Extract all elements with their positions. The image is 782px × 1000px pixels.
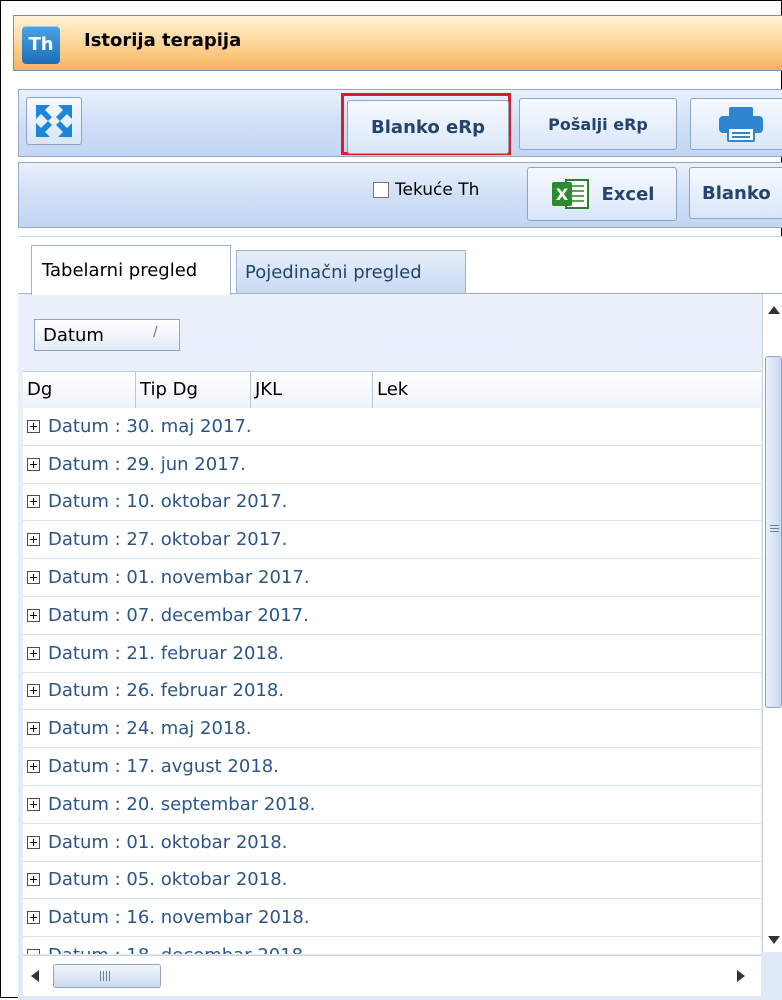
group-row[interactable]: Datum : 07. decembar 2017.	[23, 597, 761, 635]
tab-pojedinacni-pregled[interactable]: Pojedinačni pregled	[236, 250, 466, 294]
expand-icon[interactable]	[27, 911, 40, 925]
group-by-datum[interactable]: Datum ∕	[34, 319, 180, 351]
grid-rows: Datum : 30. maj 2017. Datum : 29. jun 201…	[23, 408, 761, 954]
group-row-label: Datum : 01. novembar 2017.	[48, 567, 310, 589]
posalji-erp-button[interactable]: Pošalji eRp	[519, 98, 677, 150]
group-row[interactable]: Datum : 10. oktobar 2017.	[23, 484, 761, 522]
group-row-label: Datum : 10. oktobar 2017.	[48, 491, 288, 513]
group-row[interactable]: Datum : 05. oktobar 2018.	[23, 862, 761, 900]
svg-text:X: X	[555, 185, 568, 204]
expand-icon[interactable]	[27, 797, 40, 811]
sort-icon: ∕	[153, 324, 158, 340]
group-row-label: Datum : 05. oktobar 2018.	[48, 869, 288, 891]
excel-label: Excel	[601, 183, 655, 205]
horizontal-scrollbar[interactable]	[23, 955, 761, 996]
expand-icon[interactable]	[27, 608, 40, 622]
scroll-down-arrow-icon[interactable]	[768, 936, 780, 944]
expand-icon	[36, 105, 72, 137]
app-window: Th Istorija terapija Blanko eRp Pošalji …	[0, 0, 782, 1000]
group-row[interactable]: Datum : 21. februar 2018.	[23, 635, 761, 673]
secondary-toolbar: Tekuće Th X Excel Blanko	[18, 162, 782, 228]
scroll-right-arrow-icon[interactable]	[737, 970, 745, 982]
group-row[interactable]: Datum : 18. decembar 2018.	[23, 937, 761, 954]
print-button[interactable]	[690, 98, 782, 150]
main-toolbar: Blanko eRp Pošalji eRp	[18, 89, 782, 157]
tab-strip: Tabelarni pregled Pojedinačni pregled	[18, 236, 782, 295]
expand-icon[interactable]	[27, 684, 40, 698]
expand-icon[interactable]	[27, 571, 40, 585]
group-row-label: Datum : 17. avgust 2018.	[48, 756, 279, 778]
group-row-label: Datum : 27. oktobar 2017.	[48, 529, 288, 551]
grid-header: Dg Tip Dg JKL Lek	[23, 371, 761, 409]
printer-icon	[719, 107, 763, 142]
scroll-left-arrow-icon[interactable]	[31, 970, 39, 982]
column-header-dg[interactable]: Dg	[23, 372, 136, 408]
horizontal-scroll-thumb[interactable]	[53, 964, 161, 988]
group-row-label: Datum : 26. februar 2018.	[48, 680, 285, 702]
grid-panel: Datum ∕ Dg Tip Dg JKL Lek Datum : 30. ma…	[18, 293, 782, 1000]
group-row-label: Datum : 18. decembar 2018.	[48, 945, 309, 954]
group-row-label: Datum : 29. jun 2017.	[48, 453, 246, 475]
expand-icon[interactable]	[27, 722, 40, 736]
collapse-icon[interactable]	[27, 949, 40, 954]
vertical-scrollbar[interactable]	[762, 294, 782, 952]
group-row-label: Datum : 30. maj 2017.	[48, 415, 252, 437]
expand-button[interactable]	[26, 97, 82, 145]
group-row-label: Datum : 20. septembar 2018.	[48, 793, 316, 815]
group-row-label: Datum : 01. oktobar 2018.	[48, 831, 288, 853]
expand-icon[interactable]	[27, 873, 40, 887]
group-row[interactable]: Datum : 26. februar 2018.	[23, 673, 761, 711]
tekuce-th-checkbox[interactable]: Tekuće Th	[373, 180, 479, 200]
expand-icon[interactable]	[27, 646, 40, 660]
group-row[interactable]: Datum : 24. maj 2018.	[23, 710, 761, 749]
group-row-label: Datum : 07. decembar 2017.	[48, 604, 309, 626]
scroll-up-arrow-icon[interactable]	[768, 306, 780, 314]
group-row-label: Datum : 21. februar 2018.	[48, 642, 285, 664]
blanko-erp-button[interactable]: Blanko eRp	[347, 100, 509, 154]
expand-icon[interactable]	[27, 760, 40, 774]
group-row[interactable]: Datum : 30. maj 2017.	[23, 408, 761, 446]
group-row-label: Datum : 24. maj 2018.	[48, 718, 252, 740]
grip-icon	[770, 525, 779, 534]
vertical-scroll-thumb[interactable]	[765, 356, 782, 708]
expand-icon[interactable]	[27, 495, 40, 509]
group-row[interactable]: Datum : 01. oktobar 2018.	[23, 824, 761, 862]
group-row[interactable]: Datum : 20. septembar 2018.	[23, 786, 761, 824]
group-row[interactable]: Datum : 27. oktobar 2017.	[23, 521, 761, 560]
group-by-label: Datum	[43, 324, 104, 346]
column-header-jkl[interactable]: JKL	[251, 372, 373, 408]
title-bar: Th Istorija terapija	[13, 15, 782, 71]
excel-button[interactable]: X Excel	[527, 167, 677, 221]
excel-icon: X	[551, 179, 589, 209]
expand-icon[interactable]	[27, 533, 40, 547]
window-title: Istorija terapija	[84, 30, 242, 51]
expand-icon[interactable]	[27, 419, 40, 433]
column-header-tip-dg[interactable]: Tip Dg	[136, 372, 251, 408]
checkbox-box[interactable]	[373, 182, 389, 198]
group-row[interactable]: Datum : 17. avgust 2018.	[23, 748, 761, 786]
tab-tabelarni-pregled[interactable]: Tabelarni pregled	[31, 245, 231, 295]
blanko-button[interactable]: Blanko	[689, 167, 782, 219]
tekuce-th-label: Tekuće Th	[395, 180, 480, 200]
app-icon: Th	[22, 26, 60, 64]
group-row[interactable]: Datum : 01. novembar 2017.	[23, 559, 761, 597]
group-row[interactable]: Datum : 29. jun 2017.	[23, 446, 761, 484]
group-row[interactable]: Datum : 16. novembar 2018.	[23, 899, 761, 938]
column-header-lek[interactable]: Lek	[373, 372, 761, 408]
group-row-label: Datum : 16. novembar 2018.	[48, 907, 310, 929]
expand-icon[interactable]	[27, 457, 40, 471]
grip-icon	[100, 971, 110, 981]
expand-icon[interactable]	[27, 835, 40, 849]
